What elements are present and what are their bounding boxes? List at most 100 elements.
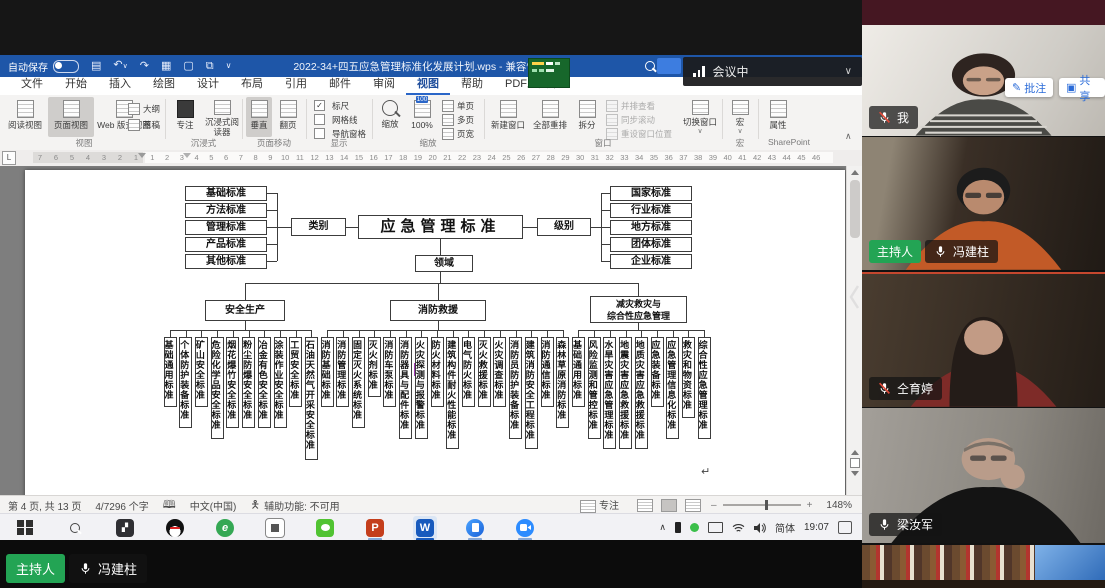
accessibility-status[interactable]: 辅助功能: 不可用 xyxy=(264,498,340,513)
first-line-indent-marker[interactable] xyxy=(183,153,191,158)
more-commands-icon[interactable]: ∨ xyxy=(226,55,232,77)
panel-collapse-icon[interactable] xyxy=(846,282,862,312)
taskbar-app-tencent-meeting[interactable] xyxy=(513,516,537,540)
taskbar-app-explorer[interactable]: ▞ xyxy=(113,516,137,540)
clock[interactable]: 19:07 xyxy=(804,522,829,533)
ime-indicator[interactable]: 简体 xyxy=(775,520,795,535)
arrange-all-button[interactable]: 全部重排 xyxy=(530,97,570,137)
document-page[interactable]: 类别 应急管理标准 级别 领域 安全生产 消防救援 减灾救灾与 综合性应急管理 … xyxy=(25,170,845,495)
notification-icon[interactable] xyxy=(838,521,852,534)
menu-item-开始[interactable]: 开始 xyxy=(54,77,98,95)
zoom-in-icon[interactable]: + xyxy=(807,500,813,511)
copy-icon[interactable]: ⧉ xyxy=(206,55,214,77)
taskbar-app-viewer[interactable] xyxy=(263,516,287,540)
taskbar-app-browser[interactable]: e xyxy=(213,516,237,540)
draft-button[interactable]: 草稿 xyxy=(128,118,160,131)
zoom-100-button[interactable]: 100 100% xyxy=(406,97,438,137)
tray-wechat-icon[interactable] xyxy=(690,523,699,532)
web-mode-icon[interactable] xyxy=(685,499,701,512)
menu-item-文件[interactable]: 文件 xyxy=(10,77,54,95)
taskbar-search-button[interactable] xyxy=(63,516,87,540)
page-info[interactable]: 第 4 页, 共 13 页 xyxy=(8,498,81,513)
immersive-reader-button[interactable]: 沉浸式阅读器 xyxy=(202,97,242,137)
menu-item-视图[interactable]: 视图 xyxy=(406,77,450,95)
video-tile-liangrujun[interactable]: 梁汝军 xyxy=(862,408,1105,543)
speaker-icon[interactable] xyxy=(754,523,766,533)
video-tile-partial[interactable] xyxy=(862,545,1105,588)
language-indicator[interactable]: 中文(中国) xyxy=(190,498,237,513)
autosave-toggle[interactable] xyxy=(53,60,79,73)
scrollbar-thumb[interactable] xyxy=(850,180,860,238)
search-icon[interactable] xyxy=(645,61,655,71)
menu-item-邮件[interactable]: 邮件 xyxy=(318,77,362,95)
flip-page-button[interactable]: 翻页 xyxy=(274,97,302,137)
ruler[interactable]: L 7654321 123456789101112131415161718192… xyxy=(0,150,862,167)
taskbar-app-docs[interactable] xyxy=(463,516,487,540)
focus-mode-button[interactable]: 专注 xyxy=(580,497,619,513)
new-window-button[interactable]: 新建窗口 xyxy=(488,97,528,137)
taskbar-app-powerpoint[interactable]: P xyxy=(363,516,387,540)
page-view-button[interactable]: 页面视图 xyxy=(48,97,94,137)
meeting-status-bar[interactable]: 会议中 ∨ xyxy=(683,57,862,86)
menu-item-帮助[interactable]: 帮助 xyxy=(450,77,494,95)
zoom-percentage[interactable]: 148% xyxy=(826,500,852,511)
zoom-button[interactable]: 缩放 xyxy=(376,97,404,137)
tab-selector[interactable]: L xyxy=(2,151,16,165)
titlebar-button-fragment[interactable] xyxy=(657,58,681,74)
menu-item-引用[interactable]: 引用 xyxy=(274,77,318,95)
chart-column: 火灾探测与报警标准 xyxy=(415,337,428,439)
proofing-icon[interactable]: 🕮 xyxy=(163,496,176,515)
focus-button[interactable]: 专注 xyxy=(170,97,200,137)
wifi-icon[interactable] xyxy=(732,523,745,533)
ruler-checkbox[interactable]: ✓ 标尺 xyxy=(314,99,349,112)
taskbar-app-wechat[interactable] xyxy=(313,516,337,540)
green-overlay-widget[interactable] xyxy=(528,58,570,88)
zoom-slider[interactable] xyxy=(723,504,801,506)
video-tile-tongyuting[interactable]: 仝育婷 xyxy=(862,272,1105,407)
select-browse-object-icon[interactable] xyxy=(850,458,860,468)
print-icon[interactable]: ▦ xyxy=(161,55,171,77)
taskbar-app-qq[interactable] xyxy=(163,516,187,540)
gridlines-checkbox[interactable]: 网格线 xyxy=(314,113,358,126)
menu-item-插入[interactable]: 插入 xyxy=(98,77,142,95)
split-button[interactable]: 拆分 xyxy=(572,97,602,137)
menu-item-绘图[interactable]: 绘图 xyxy=(142,77,186,95)
tray-phone-icon[interactable] xyxy=(675,522,681,533)
prev-page-icon[interactable] xyxy=(851,450,859,455)
video-tile-fengjianzhu[interactable]: 主持人 冯建柱 xyxy=(862,137,1105,270)
macros-button[interactable]: 宏 ∨ xyxy=(726,97,754,137)
indent-marker[interactable] xyxy=(138,153,146,158)
start-button[interactable] xyxy=(13,516,37,540)
save-icon[interactable]: ▤ xyxy=(91,55,101,77)
menu-item-布局[interactable]: 布局 xyxy=(230,77,274,95)
annotate-button[interactable]: ✎ 批注 xyxy=(1005,78,1053,97)
menu-item-审阅[interactable]: 审阅 xyxy=(362,77,406,95)
taskbar-app-word[interactable]: W xyxy=(413,516,437,540)
redo-icon[interactable]: ↷ xyxy=(140,55,149,77)
one-page-button[interactable]: 单页 xyxy=(442,99,474,112)
read-mode-icon[interactable] xyxy=(637,499,653,512)
undo-icon[interactable]: ↶∨ xyxy=(113,54,127,78)
outline-button[interactable]: 大纲 xyxy=(128,102,160,115)
document-area[interactable]: 类别 应急管理标准 级别 领域 安全生产 消防救援 减灾救灾与 综合性应急管理 … xyxy=(0,166,846,495)
ribbon-collapse-icon[interactable]: ∧ xyxy=(845,131,852,142)
share-button[interactable]: ▣ 共享 xyxy=(1059,78,1105,97)
chevron-down-icon[interactable]: ∨ xyxy=(845,66,852,77)
multi-page-button[interactable]: 多页 xyxy=(442,113,474,126)
new-doc-icon[interactable]: ▢ xyxy=(183,55,193,77)
page-mode-icon[interactable] xyxy=(661,499,677,512)
page-nav-buttons[interactable] xyxy=(847,448,863,478)
properties-button[interactable]: 属性 xyxy=(762,97,794,137)
tray-expand-icon[interactable]: ∧ xyxy=(659,522,666,533)
document-scrollbar[interactable] xyxy=(846,166,862,495)
switch-windows-button[interactable]: 切换窗口 ∨ xyxy=(680,97,720,137)
zoom-out-icon[interactable]: – xyxy=(711,500,717,511)
word-count[interactable]: 4/7296 个字 xyxy=(95,498,148,513)
scroll-up-icon[interactable] xyxy=(851,170,859,175)
view-mode-switcher[interactable] xyxy=(633,499,705,512)
tray-display-icon[interactable] xyxy=(708,522,723,533)
read-view-button[interactable]: 阅读视图 xyxy=(4,97,46,137)
next-page-icon[interactable] xyxy=(851,471,859,476)
menu-item-设计[interactable]: 设计 xyxy=(186,77,230,95)
vertical-button[interactable]: 垂直 xyxy=(246,97,272,137)
